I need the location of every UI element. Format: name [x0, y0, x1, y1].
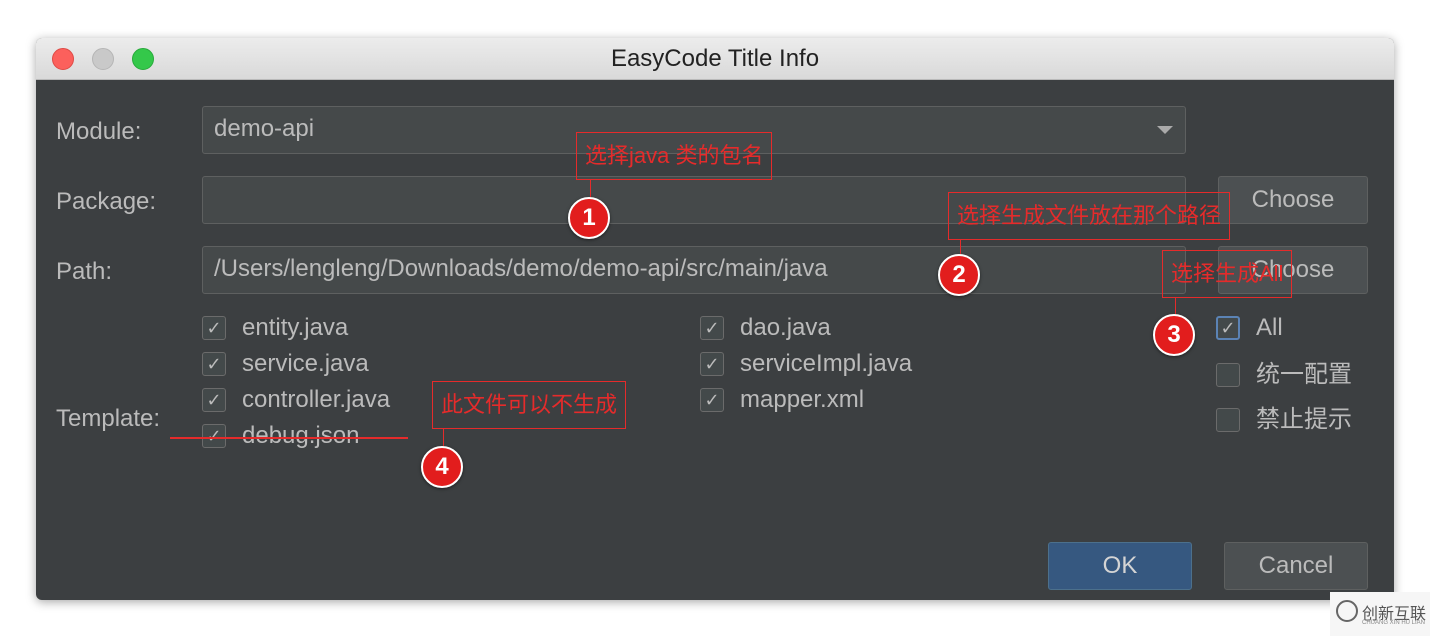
watermark-subtext: CHUANG XIN HU LIAN: [1362, 620, 1426, 626]
checkbox-checked[interactable]: ✓: [1216, 316, 1240, 340]
template-dao[interactable]: ✓ dao.java: [700, 313, 1020, 343]
template-mapper[interactable]: ✓ mapper.xml: [700, 385, 1020, 415]
template-label: Template:: [56, 405, 161, 432]
annotation-2-box: 选择生成文件放在那个路径: [948, 192, 1231, 240]
annotation-4-box: 此文件可以不生成: [432, 381, 627, 429]
module-label: Module:: [56, 118, 142, 145]
annotation-4-badge: 4: [421, 446, 463, 488]
watermark-icon: [1336, 600, 1358, 622]
title-bar: EasyCode Title Info: [36, 38, 1394, 80]
template-label-text: service.java: [242, 350, 369, 377]
annotation-1-badge: 1: [568, 197, 610, 239]
option-all[interactable]: ✓ All: [1216, 313, 1376, 343]
template-service[interactable]: ✓ service.java: [202, 349, 522, 379]
option-disable-hint[interactable]: 禁止提示: [1216, 405, 1376, 435]
template-label-text: entity.java: [242, 314, 349, 341]
annotation-1-box: 选择java 类的包名: [576, 132, 773, 180]
annotation-3-badge: 3: [1153, 314, 1195, 356]
checkbox-checked[interactable]: ✓: [700, 352, 724, 376]
watermark-logo: 创新互联 CHUANG XIN HU LIAN: [1330, 592, 1430, 636]
annotation-2-badge: 2: [938, 254, 980, 296]
option-all-label: All: [1256, 314, 1283, 341]
chevron-down-icon: [1157, 126, 1173, 134]
cancel-button[interactable]: Cancel: [1224, 542, 1368, 590]
checkbox-unchecked[interactable]: [1216, 408, 1240, 432]
checkbox-unchecked[interactable]: [1216, 363, 1240, 387]
checkbox-checked[interactable]: ✓: [700, 388, 724, 412]
checkbox-checked[interactable]: ✓: [202, 316, 226, 340]
template-entity[interactable]: ✓ entity.java: [202, 313, 522, 343]
option-unified-label: 统一配置: [1256, 361, 1352, 388]
checkbox-checked[interactable]: ✓: [202, 424, 226, 448]
checkbox-checked[interactable]: ✓: [202, 352, 226, 376]
template-label-text: debug.json: [242, 422, 360, 449]
dialog-window: EasyCode Title Info Module: demo-api Pac…: [36, 38, 1394, 600]
path-input[interactable]: /Users/lengleng/Downloads/demo/demo-api/…: [202, 246, 1186, 294]
option-unified-config[interactable]: 统一配置: [1216, 360, 1376, 390]
package-label: Package:: [56, 188, 157, 215]
annotation-3-box: 选择生成All: [1162, 250, 1293, 298]
ok-button[interactable]: OK: [1048, 542, 1192, 590]
window-title: EasyCode Title Info: [610, 45, 820, 72]
template-label-text: serviceImpl.java: [740, 350, 913, 377]
option-disable-hint-label: 禁止提示: [1256, 406, 1352, 433]
template-serviceimpl[interactable]: ✓ serviceImpl.java: [700, 349, 1020, 379]
template-label-text: controller.java: [242, 386, 391, 413]
annotation-4-line: [443, 429, 444, 447]
template-label-text: mapper.xml: [740, 386, 865, 413]
checkbox-checked[interactable]: ✓: [202, 388, 226, 412]
template-label-text: dao.java: [740, 314, 831, 341]
package-choose-button[interactable]: Choose: [1218, 176, 1368, 224]
module-value: demo-api: [214, 115, 315, 142]
path-label: Path:: [56, 258, 113, 285]
strikethrough-annotation: [170, 437, 408, 439]
checkbox-checked[interactable]: ✓: [700, 316, 724, 340]
